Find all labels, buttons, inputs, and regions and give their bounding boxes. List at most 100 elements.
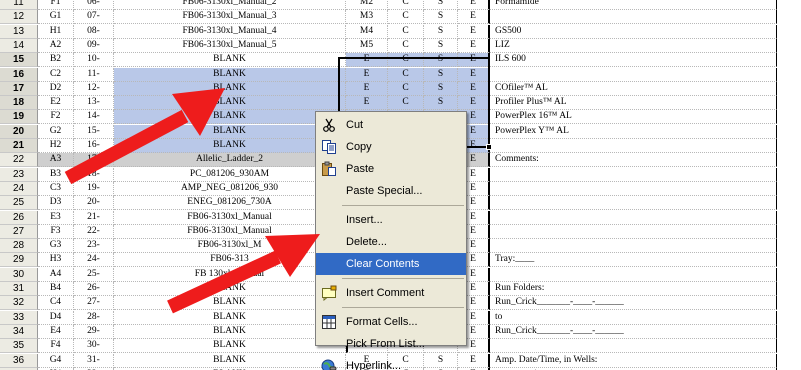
table-cell[interactable]: 15- (74, 124, 114, 139)
table-cell[interactable]: FB06-3130xl_Manual (114, 210, 346, 225)
table-cell[interactable]: E3 (38, 210, 74, 225)
table-cell[interactable]: G1 (38, 10, 74, 25)
row-header[interactable]: 32 (0, 296, 38, 311)
row-header[interactable]: 36 (0, 353, 38, 368)
table-cell[interactable]: COfiler™ AL (490, 81, 777, 96)
table-cell[interactable]: B2 (38, 53, 74, 68)
table-cell[interactable]: BLANK (114, 324, 346, 339)
table-cell[interactable]: H1 (38, 24, 74, 39)
table-cell[interactable]: D2 (38, 81, 74, 96)
table-cell[interactable]: PC_081206_930AM (114, 167, 346, 182)
menu-item-cut[interactable]: Cut (316, 114, 466, 136)
table-cell[interactable] (490, 339, 777, 354)
table-cell[interactable]: A3 (38, 153, 74, 168)
table-cell[interactable]: 20- (74, 196, 114, 211)
table-cell[interactable]: BLANK (114, 310, 346, 325)
table-cell[interactable]: A2 (38, 38, 74, 53)
menu-item-paste-special[interactable]: Paste Special... (316, 180, 466, 202)
table-cell[interactable]: 29- (74, 324, 114, 339)
table-cell[interactable]: Run_Crick_______-____-______ (490, 324, 777, 339)
row-header[interactable]: 22 (0, 153, 38, 168)
table-cell[interactable]: M3 (346, 10, 388, 25)
row-header[interactable]: 19 (0, 110, 38, 125)
table-cell[interactable]: G2 (38, 124, 74, 139)
table-cell[interactable]: S (424, 53, 458, 68)
row-header[interactable]: 25 (0, 196, 38, 211)
table-cell[interactable]: 10- (74, 53, 114, 68)
row-header[interactable]: 12 (0, 10, 38, 25)
table-cell[interactable]: E (458, 10, 490, 25)
table-cell[interactable]: 25- (74, 267, 114, 282)
row-header[interactable]: 26 (0, 210, 38, 225)
table-cell[interactable] (490, 10, 777, 25)
row-header[interactable]: 35 (0, 339, 38, 354)
table-cell[interactable]: B4 (38, 282, 74, 296)
table-cell[interactable]: C (388, 53, 424, 68)
table-cell[interactable]: Allelic_Ladder_2 (114, 153, 346, 168)
menu-item-format-cells[interactable]: Format Cells... (316, 311, 466, 333)
table-cell[interactable]: 19- (74, 181, 114, 196)
table-cell[interactable]: C (388, 96, 424, 111)
table-cell[interactable]: F3 (38, 224, 74, 239)
table-cell[interactable]: 24- (74, 253, 114, 268)
table-cell[interactable]: 11- (74, 67, 114, 82)
table-cell[interactable]: E (346, 53, 388, 68)
table-cell[interactable]: E (346, 96, 388, 111)
table-cell[interactable]: Formamide (490, 0, 777, 10)
table-cell[interactable]: 31- (74, 353, 114, 368)
row-header[interactable]: 24 (0, 181, 38, 196)
table-cell[interactable]: BLANK (114, 139, 346, 153)
table-cell[interactable]: C (388, 24, 424, 39)
row-header[interactable]: 29 (0, 253, 38, 268)
row-header[interactable]: 14 (0, 38, 38, 53)
table-cell[interactable]: C (388, 81, 424, 96)
table-cell[interactable]: FB06-3130xl_Manual_5 (114, 38, 346, 53)
table-cell[interactable]: C2 (38, 67, 74, 82)
table-cell[interactable]: C (388, 10, 424, 25)
table-cell[interactable] (490, 224, 777, 239)
table-cell[interactable]: M5 (346, 38, 388, 53)
table-cell[interactable]: 13- (74, 96, 114, 111)
table-cell[interactable]: E (458, 81, 490, 96)
table-cell[interactable]: 18- (74, 167, 114, 182)
table-cell[interactable] (490, 181, 777, 196)
table-cell[interactable]: 09- (74, 38, 114, 53)
table-cell[interactable]: FB06-3130xl_Manual_2 (114, 0, 346, 10)
table-cell[interactable]: 26- (74, 282, 114, 296)
table-cell[interactable]: 07- (74, 10, 114, 25)
table-cell[interactable]: Run_Crick_______-____-______ (490, 296, 777, 311)
row-header[interactable]: 23 (0, 167, 38, 182)
menu-item-insert-comment[interactable]: Insert Comment (316, 282, 466, 304)
table-cell[interactable]: FB06-3130xl_Manual (114, 224, 346, 239)
row-header[interactable]: 20 (0, 124, 38, 139)
table-cell[interactable] (490, 167, 777, 182)
table-cell[interactable]: FB06-313 (114, 253, 346, 268)
row-header[interactable]: 11 (0, 0, 38, 10)
table-cell[interactable]: 22- (74, 224, 114, 239)
table-cell[interactable]: S (424, 67, 458, 82)
table-cell[interactable]: BLANK (114, 53, 346, 68)
table-cell[interactable]: BLANK (114, 124, 346, 139)
table-cell[interactable] (490, 239, 777, 254)
table-cell[interactable]: 17- (74, 153, 114, 168)
table-cell[interactable]: S (424, 0, 458, 10)
table-cell[interactable]: BLANK (114, 282, 346, 296)
table-cell[interactable]: 16- (74, 139, 114, 153)
table-cell[interactable]: S (424, 96, 458, 111)
table-cell[interactable]: C3 (38, 181, 74, 196)
table-cell[interactable]: E (458, 0, 490, 10)
table-cell[interactable]: S (424, 81, 458, 96)
table-cell[interactable]: Comments: (490, 153, 777, 168)
row-header[interactable]: 16 (0, 67, 38, 82)
table-cell[interactable]: Profiler Plus™ AL (490, 96, 777, 111)
table-cell[interactable]: C4 (38, 296, 74, 311)
menu-item-pick-from-list[interactable]: Pick From List... (316, 333, 466, 355)
menu-item-insert[interactable]: Insert... (316, 209, 466, 231)
menu-item-delete[interactable]: Delete... (316, 231, 466, 253)
table-cell[interactable]: FB06-3130xl_Manual_3 (114, 10, 346, 25)
table-cell[interactable]: C (388, 0, 424, 10)
table-cell[interactable]: E2 (38, 96, 74, 111)
table-cell[interactable]: F4 (38, 339, 74, 354)
table-cell[interactable]: 08- (74, 24, 114, 39)
menu-item-paste[interactable]: Paste (316, 158, 466, 180)
